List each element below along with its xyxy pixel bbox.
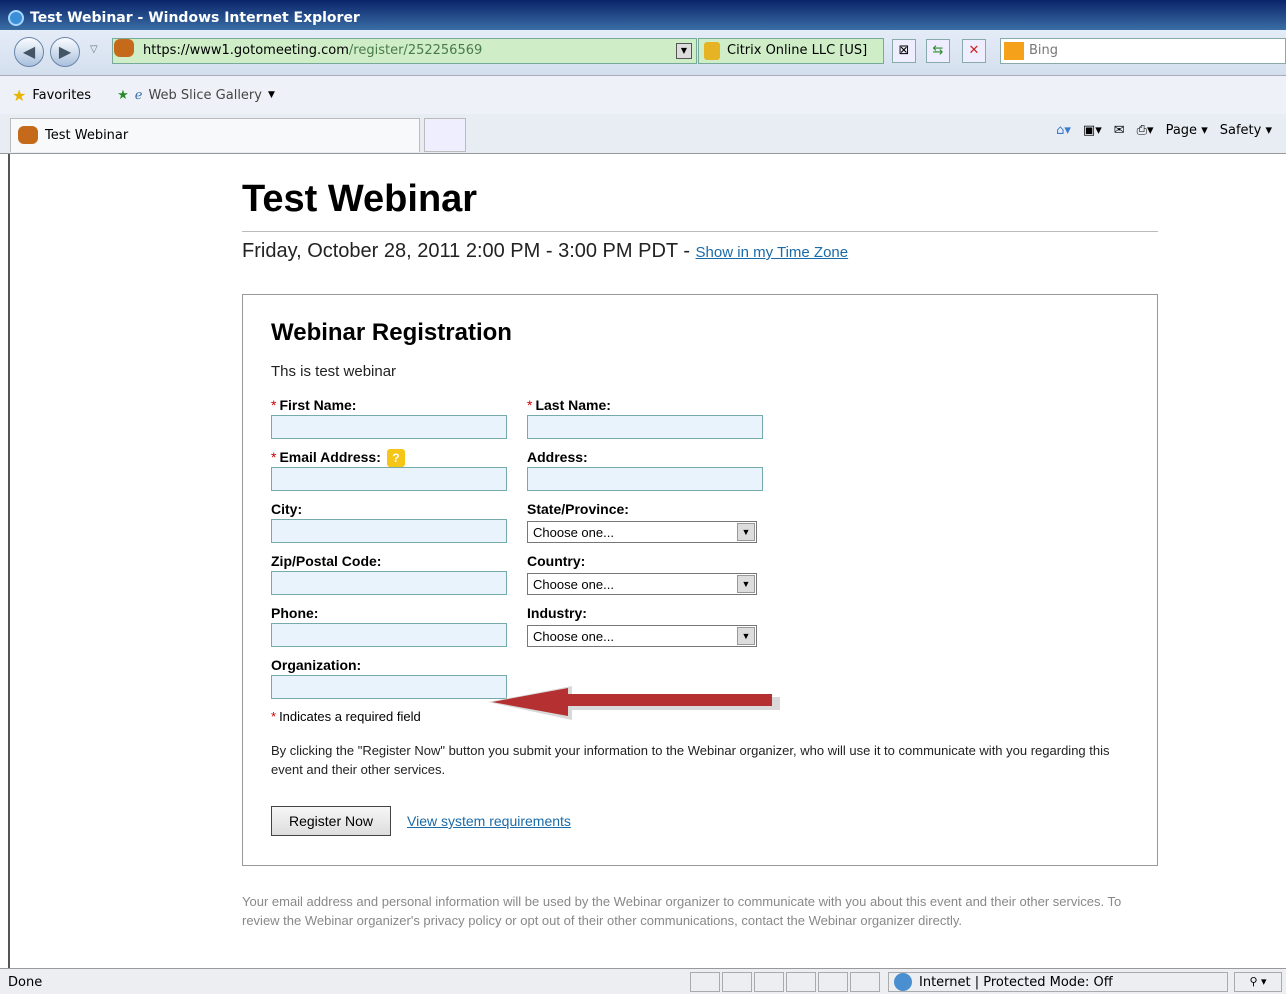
address-dropdown-icon[interactable]: ▼ xyxy=(676,43,692,59)
chevron-down-icon[interactable]: ▼ xyxy=(268,90,275,100)
status-cell xyxy=(690,972,720,992)
event-datetime: Friday, October 28, 2011 2:00 PM - 3:00 … xyxy=(242,240,849,262)
last-name-field[interactable] xyxy=(527,415,763,439)
consent-text: By clicking the "Register Now" button yo… xyxy=(271,743,1110,777)
state-label: State/Province: xyxy=(527,501,629,517)
required-note: * Indicates a required field xyxy=(271,709,421,724)
certificate-badge[interactable]: Citrix Online LLC [US] xyxy=(698,38,884,64)
refresh-icon[interactable]: ⇆ xyxy=(926,39,950,63)
favorites-bar: ★ Favorites ★ ℯ Web Slice Gallery ▼ xyxy=(0,76,1286,114)
safety-menu[interactable]: Safety ▾ xyxy=(1220,123,1272,138)
title-divider xyxy=(242,231,1158,232)
first-name-label: * First Name: xyxy=(271,397,357,413)
address-toolbar: ◀ ▶ ▽ https://www1.gotomeeting.com/regis… xyxy=(0,30,1286,76)
mail-icon[interactable]: ✉ xyxy=(1114,123,1125,138)
search-input[interactable]: Bing xyxy=(1000,38,1286,64)
register-now-button[interactable]: Register Now xyxy=(271,806,391,836)
site-icon xyxy=(114,39,134,57)
window-title: Test Webinar - Windows Internet Explorer xyxy=(30,10,360,26)
status-cell xyxy=(786,972,816,992)
status-cell xyxy=(818,972,848,992)
web-slice-gallery-link[interactable]: Web Slice Gallery xyxy=(148,88,262,103)
industry-label: Industry: xyxy=(527,605,587,621)
registration-heading: Webinar Registration xyxy=(271,319,512,346)
address-label: Address: xyxy=(527,449,588,465)
print-icon[interactable]: ⎙▾ xyxy=(1137,123,1154,138)
zip-label: Zip/Postal Code: xyxy=(271,553,382,569)
lock-icon xyxy=(704,42,720,60)
feeds-icon[interactable]: ▣▾ xyxy=(1083,123,1102,138)
email-field[interactable] xyxy=(271,467,507,491)
history-dropdown-icon[interactable]: ▽ xyxy=(90,44,98,55)
status-bar: Done Internet | Protected Mode: Off ⚲ ▾ xyxy=(0,968,1286,994)
page-content: Test Webinar Friday, October 28, 2011 2:… xyxy=(8,154,1286,968)
phone-label: Phone: xyxy=(271,605,319,621)
phone-field[interactable] xyxy=(271,623,507,647)
last-name-label: * Last Name: xyxy=(527,397,611,413)
tab-test-webinar[interactable]: Test Webinar xyxy=(10,118,420,152)
time-zone-link[interactable]: Show in my Time Zone xyxy=(696,244,849,261)
state-select[interactable]: Choose one... ▼ xyxy=(527,521,757,543)
home-icon[interactable]: ⌂▾ xyxy=(1056,123,1071,138)
help-icon[interactable]: ? xyxy=(386,449,405,467)
industry-select[interactable]: Choose one... ▼ xyxy=(527,625,757,647)
first-name-field[interactable] xyxy=(271,415,507,439)
country-select[interactable]: Choose one... ▼ xyxy=(527,573,757,595)
annotation-arrow xyxy=(488,686,780,720)
command-bar: ⌂▾ ▣▾ ✉ ⎙▾ Page ▾ Safety ▾ xyxy=(1056,123,1272,138)
country-label: Country: xyxy=(527,553,586,569)
tab-site-icon xyxy=(18,126,38,144)
back-icon[interactable]: ◀ xyxy=(14,37,44,67)
status-cell xyxy=(850,972,880,992)
add-favorite-icon[interactable]: ★ xyxy=(117,88,129,103)
zip-field[interactable] xyxy=(271,571,507,595)
favorites-button[interactable]: Favorites xyxy=(32,88,91,103)
bing-icon xyxy=(1004,42,1024,60)
page-title: Test Webinar xyxy=(242,178,478,220)
system-requirements-link[interactable]: View system requirements xyxy=(407,813,571,829)
chevron-down-icon: ▼ xyxy=(737,523,755,541)
favorites-star-icon: ★ xyxy=(12,85,27,105)
city-label: City: xyxy=(271,501,303,517)
web-slice-icon: ℯ xyxy=(134,87,143,103)
security-zone[interactable]: Internet | Protected Mode: Off xyxy=(888,972,1228,992)
status-cell xyxy=(754,972,784,992)
zoom-icon[interactable]: ⚲ ▾ xyxy=(1234,972,1282,992)
forward-icon[interactable]: ▶ xyxy=(50,37,80,67)
address-field[interactable] xyxy=(527,467,763,491)
privacy-notice: Your email address and personal informat… xyxy=(242,894,1122,928)
registration-panel: Webinar Registration Ths is test webinar… xyxy=(242,294,1158,866)
page-menu[interactable]: Page ▾ xyxy=(1166,123,1208,138)
organization-label: Organization: xyxy=(271,657,362,673)
webinar-description: Ths is test webinar xyxy=(271,363,397,380)
ie-logo-icon xyxy=(8,10,24,26)
email-label: * Email Address:? xyxy=(271,449,405,467)
status-text: Done xyxy=(8,975,43,990)
city-field[interactable] xyxy=(271,519,507,543)
organization-field[interactable] xyxy=(271,675,507,699)
chevron-down-icon: ▼ xyxy=(737,627,755,645)
status-cell xyxy=(722,972,752,992)
chevron-down-icon: ▼ xyxy=(737,575,755,593)
window-titlebar: Test Webinar - Windows Internet Explorer xyxy=(0,0,1286,30)
internet-globe-icon xyxy=(894,973,912,991)
stop-icon[interactable]: ✕ xyxy=(962,39,986,63)
compatibility-icon[interactable]: ⊠ xyxy=(892,39,916,63)
address-field[interactable]: https://www1.gotomeeting.com/register/25… xyxy=(112,38,697,64)
new-tab-button[interactable] xyxy=(424,118,466,152)
